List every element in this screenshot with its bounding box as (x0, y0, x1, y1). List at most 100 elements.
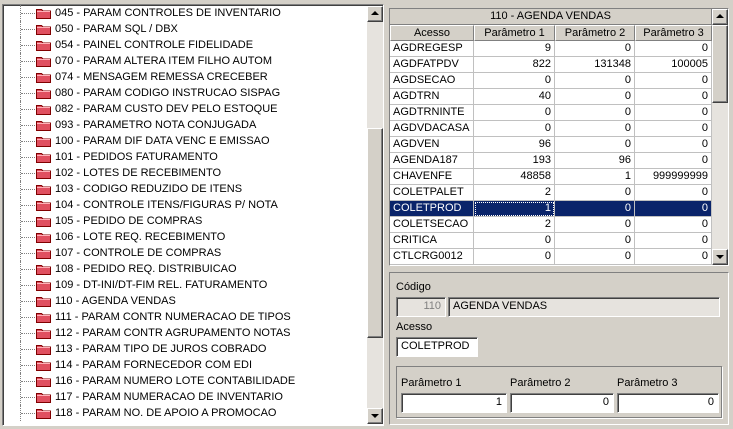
parametro-3-cell[interactable]: 0 (635, 249, 712, 265)
tree-item[interactable]: 116 - PARAM NUMERO LOTE CONTABILIDADE (3, 373, 367, 389)
acesso-cell[interactable]: AGDREGESP (390, 41, 474, 57)
tree-item[interactable]: 107 - CONTROLE DE COMPRAS (3, 245, 367, 261)
parametro-3-cell[interactable]: 0 (635, 153, 712, 169)
table-row[interactable]: AGDREGESP 9 0 0 (390, 41, 712, 57)
parametro-1-cell[interactable]: 0 (474, 73, 555, 89)
tree-item[interactable]: 110 - AGENDA VENDAS (3, 293, 367, 309)
tree-item[interactable]: 108 - PEDIDO REQ. DISTRIBUICAO (3, 261, 367, 277)
parameter-tree[interactable]: 045 - PARAM CONTROLES DE INVENTARIO 050 -… (2, 4, 384, 426)
scroll-thumb[interactable] (367, 128, 383, 338)
acesso-cell[interactable]: AGDTRNINTE (390, 105, 474, 121)
table-row[interactable]: AGDTRN 40 0 0 (390, 89, 712, 105)
scroll-down-button[interactable] (367, 408, 383, 424)
table-row[interactable]: AGDSECAO 0 0 0 (390, 73, 712, 89)
acesso-cell[interactable]: AGDTRN (390, 89, 474, 105)
grid-scroll-thumb[interactable] (712, 25, 728, 103)
acesso-cell[interactable]: CHAVENFE (390, 169, 474, 185)
parametro-3-cell[interactable]: 0 (635, 137, 712, 153)
parametro-1-cell[interactable]: 0 (474, 233, 555, 249)
tree-item[interactable]: 113 - PARAM TIPO DE JUROS COBRADO (3, 341, 367, 357)
acesso-cell[interactable]: AGDVDACASA (390, 121, 474, 137)
tree-item[interactable]: 118 - PARAM NO. DE APOIO A PROMOCAO (3, 405, 367, 421)
parametro-2-cell[interactable]: 0 (555, 137, 635, 153)
table-row[interactable]: AGDFATPDV 822 131348 100005 (390, 57, 712, 73)
parametro-3-cell[interactable]: 0 (635, 185, 712, 201)
parametro-1-cell[interactable]: 9 (474, 41, 555, 57)
acesso-cell[interactable]: CRITICA (390, 233, 474, 249)
table-row[interactable]: CRITICA 0 0 0 (390, 233, 712, 249)
parametro-2-cell[interactable]: 0 (555, 217, 635, 233)
parametro-2-cell[interactable]: 0 (555, 89, 635, 105)
acesso-cell[interactable]: COLETPALET (390, 185, 474, 201)
parametro-3-cell[interactable]: 0 (635, 217, 712, 233)
parametro-3-cell[interactable]: 0 (635, 201, 712, 217)
parametro-1-cell[interactable]: 2 (474, 185, 555, 201)
parametro-1-cell[interactable]: 40 (474, 89, 555, 105)
tree-item[interactable]: 100 - PARAM DIF DATA VENC E EMISSAO (3, 133, 367, 149)
tree-item[interactable]: 102 - LOTES DE RECEBIMENTO (3, 165, 367, 181)
column-header-acesso[interactable]: Acesso (390, 25, 474, 41)
parametro-2-cell[interactable]: 0 (555, 249, 635, 265)
grid-scroll-down-button[interactable] (712, 249, 728, 265)
table-row[interactable]: AGDTRNINTE 0 0 0 (390, 105, 712, 121)
grid-scrollbar[interactable] (712, 9, 728, 265)
tree-item[interactable]: 074 - MENSAGEM REMESSA CRECEBER (3, 69, 367, 85)
parametro-3-cell[interactable]: 0 (635, 41, 712, 57)
parametro-3-cell[interactable]: 0 (635, 233, 712, 249)
parametro-3-cell[interactable]: 999999999 (635, 169, 712, 185)
parametro-2-cell[interactable]: 131348 (555, 57, 635, 73)
column-header-parametro-1[interactable]: Parâmetro 1 (474, 25, 555, 41)
tree-item[interactable]: 105 - PEDIDO DE COMPRAS (3, 213, 367, 229)
tree-item[interactable]: 054 - PAINEL CONTROLE FIDELIDADE (3, 37, 367, 53)
parametro-3-cell[interactable]: 100005 (635, 57, 712, 73)
tree-item[interactable]: 103 - CODIGO REDUZIDO DE ITENS (3, 181, 367, 197)
parametro-1-cell[interactable]: 2 (474, 217, 555, 233)
acesso-cell[interactable]: COLETPROD (390, 201, 474, 217)
table-row[interactable]: COLETPALET 2 0 0 (390, 185, 712, 201)
acesso-cell[interactable]: AGDFATPDV (390, 57, 474, 73)
parametro-2-field[interactable]: 0 (510, 393, 614, 413)
parametro-1-cell[interactable]: 1 (474, 201, 555, 217)
table-row[interactable]: AGDVDACASA 0 0 0 (390, 121, 712, 137)
tree-item[interactable]: 093 - PARAMETRO NOTA CONJUGADA (3, 117, 367, 133)
tree-item[interactable]: 082 - PARAM CUSTO DEV PELO ESTOQUE (3, 101, 367, 117)
tree-item[interactable]: 050 - PARAM SQL / DBX (3, 21, 367, 37)
tree-item[interactable]: 080 - PARAM CODIGO INSTRUCAO SISPAG (3, 85, 367, 101)
tree-item[interactable]: 070 - PARAM ALTERA ITEM FILHO AUTOM (3, 53, 367, 69)
parameter-grid[interactable]: 110 - AGENDA VENDAS Acesso Parâmetro 1 P… (389, 8, 729, 266)
parametro-3-cell[interactable]: 0 (635, 73, 712, 89)
table-row[interactable]: COLETSECAO 2 0 0 (390, 217, 712, 233)
tree-item[interactable]: 112 - PARAM CONTR AGRUPAMENTO NOTAS (3, 325, 367, 341)
parametro-2-cell[interactable]: 1 (555, 169, 635, 185)
acesso-cell[interactable]: CTLCRG0012 (390, 249, 474, 265)
table-row[interactable]: COLETPROD 1 0 0 (390, 201, 712, 217)
tree-item[interactable]: 117 - PARAM NUMERACAO DE INVENTARIO (3, 389, 367, 405)
acesso-cell[interactable]: AGDVEN (390, 137, 474, 153)
column-header-parametro-2[interactable]: Parâmetro 2 (555, 25, 635, 41)
parametro-2-cell[interactable]: 0 (555, 185, 635, 201)
parametro-3-cell[interactable]: 0 (635, 89, 712, 105)
tree-item[interactable]: 101 - PEDIDOS FATURAMENTO (3, 149, 367, 165)
column-header-parametro-3[interactable]: Parâmetro 3 (635, 25, 712, 41)
parametro-2-cell[interactable]: 0 (555, 233, 635, 249)
tree-item[interactable]: 045 - PARAM CONTROLES DE INVENTARIO (3, 5, 367, 21)
tree-item[interactable]: 109 - DT-INI/DT-FIM REL. FATURAMENTO (3, 277, 367, 293)
tree-item[interactable]: 111 - PARAM CONTR NUMERACAO DE TIPOS (3, 309, 367, 325)
acesso-cell[interactable]: AGDSECAO (390, 73, 474, 89)
parametro-2-cell[interactable]: 0 (555, 201, 635, 217)
tree-item[interactable]: 114 - PARAM FORNECEDOR COM EDI (3, 357, 367, 373)
tree-scrollbar[interactable] (367, 6, 383, 424)
parametro-1-cell[interactable]: 0 (474, 105, 555, 121)
table-row[interactable]: CHAVENFE 48858 1 999999999 (390, 169, 712, 185)
parametro-1-cell[interactable]: 822 (474, 57, 555, 73)
table-row[interactable]: AGENDA187 193 96 0 (390, 153, 712, 169)
parametro-2-cell[interactable]: 0 (555, 105, 635, 121)
parametro-2-cell[interactable]: 0 (555, 121, 635, 137)
table-row[interactable]: CTLCRG0012 0 0 0 (390, 249, 712, 265)
scroll-up-button[interactable] (367, 6, 383, 22)
parametro-1-cell[interactable]: 0 (474, 121, 555, 137)
acesso-cell[interactable]: COLETSECAO (390, 217, 474, 233)
parametro-3-field[interactable]: 0 (617, 393, 719, 413)
parametro-1-cell[interactable]: 0 (474, 249, 555, 265)
tree-item[interactable]: 104 - CONTROLE ITENS/FIGURAS P/ NOTA (3, 197, 367, 213)
